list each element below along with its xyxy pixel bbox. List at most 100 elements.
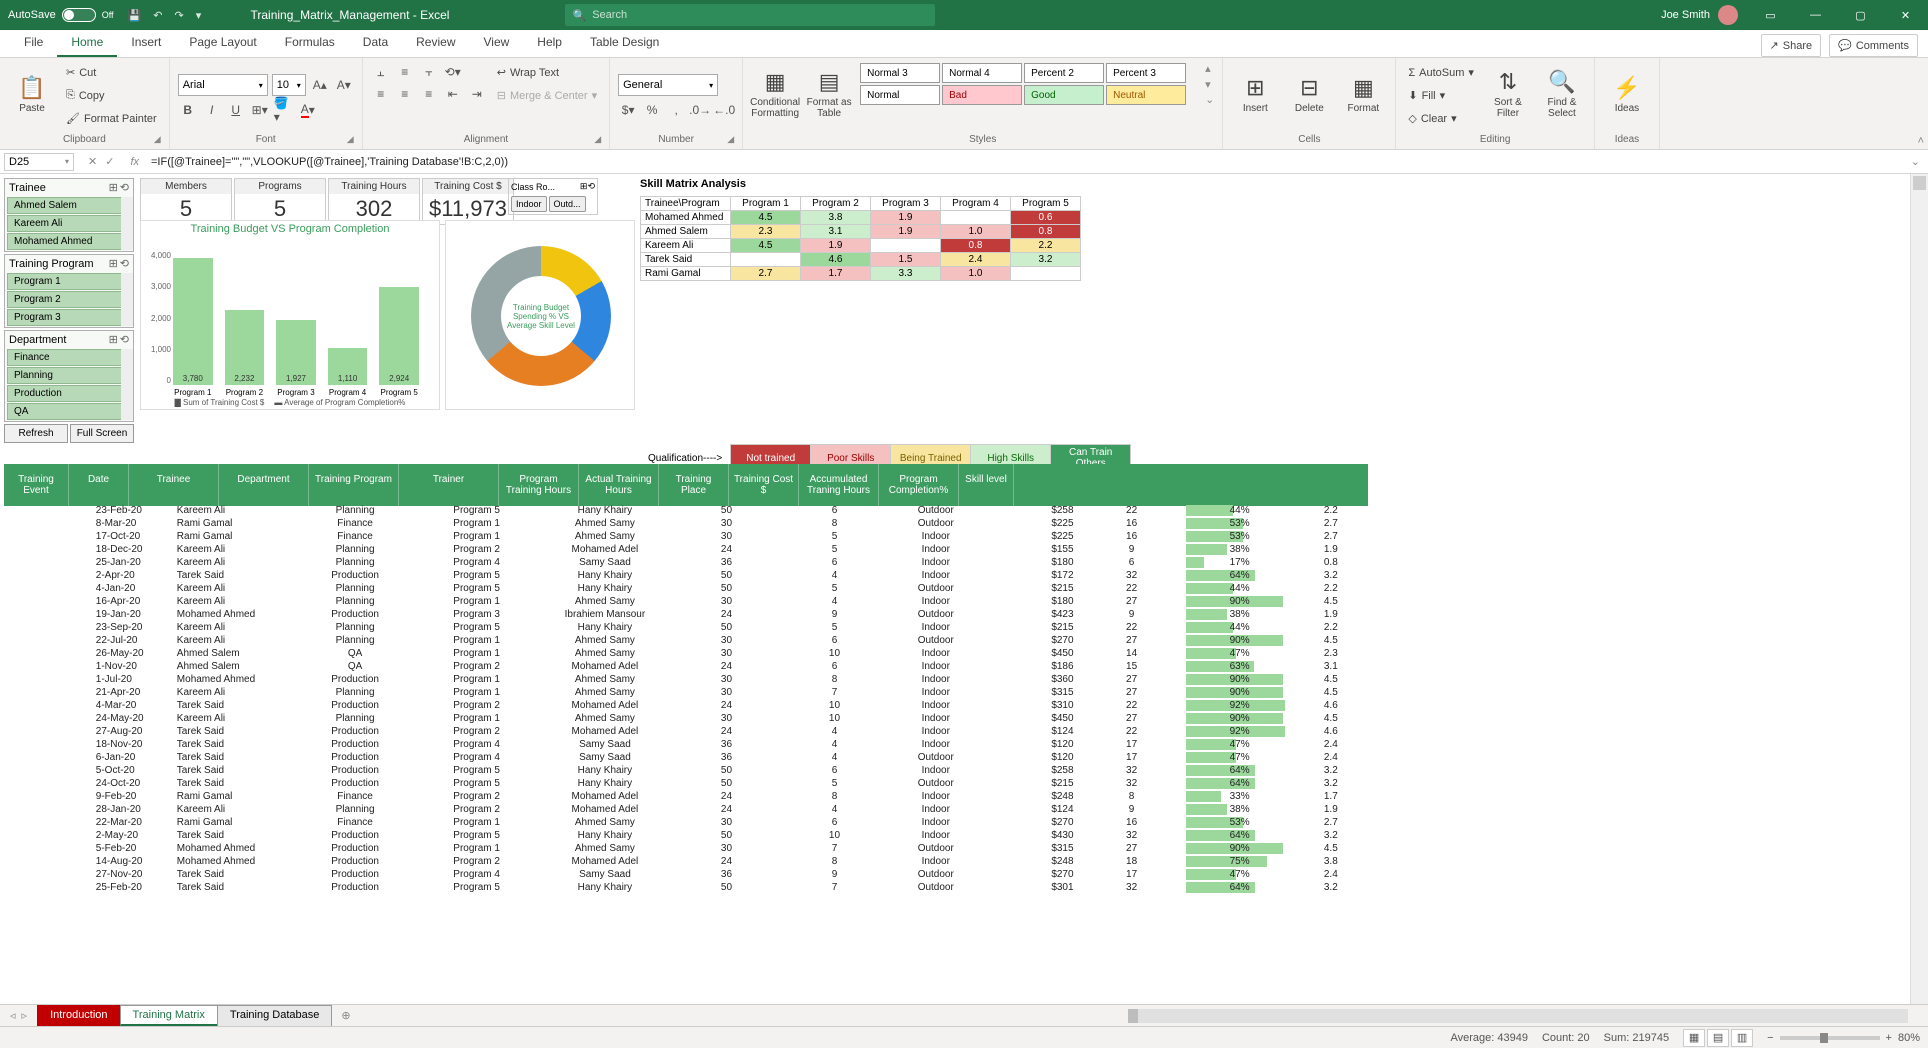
cell-style-normal-3[interactable]: Normal 3 <box>860 63 940 83</box>
dialog-launcher-icon[interactable]: ◢ <box>727 134 734 145</box>
comma-icon[interactable]: , <box>666 100 686 120</box>
table-row[interactable]: 22-Jul-20Kareem AliPlanningProgram 1Ahme… <box>4 634 1368 647</box>
merge-center-button[interactable]: ⊟Merge & Center▾ <box>493 85 601 106</box>
table-row[interactable]: 4-Mar-20Tarek SaidProductionProgram 2Moh… <box>4 699 1368 712</box>
slicer-item[interactable]: Kareem Ali <box>7 215 131 232</box>
insert-cells-button[interactable]: ⊞Insert <box>1231 62 1279 126</box>
table-row[interactable]: 21-Apr-20Kareem AliPlanningProgram 1Ahme… <box>4 686 1368 699</box>
zoom-slider[interactable] <box>1780 1036 1880 1040</box>
table-row[interactable]: 23-Feb-20Kareem AliPlanningProgram 5Hany… <box>4 504 1368 517</box>
font-size-select[interactable]: 10▾ <box>272 74 306 96</box>
enter-formula-icon[interactable]: ✓ <box>105 155 114 168</box>
slicer-item[interactable]: Program 2 <box>7 291 131 308</box>
tab-insert[interactable]: Insert <box>117 29 175 57</box>
font-color-icon[interactable]: A▾ <box>298 100 318 120</box>
fx-icon[interactable]: fx <box>124 156 145 168</box>
align-center-icon[interactable]: ≡ <box>395 84 415 104</box>
format-as-table-button[interactable]: ▤Format as Table <box>805 62 853 126</box>
dialog-launcher-icon[interactable]: ◢ <box>347 134 354 145</box>
table-row[interactable]: 17-Oct-20Rami GamalFinanceProgram 1Ahmed… <box>4 530 1368 543</box>
table-row[interactable]: 14-Aug-20Mohamed AhmedProductionProgram … <box>4 855 1368 868</box>
table-row[interactable]: 1-Jul-20Mohamed AhmedProductionProgram 1… <box>4 673 1368 686</box>
dialog-launcher-icon[interactable]: ◢ <box>594 134 601 145</box>
sort-filter-button[interactable]: ⇅Sort & Filter <box>1484 62 1532 126</box>
minimize-icon[interactable]: — <box>1793 0 1838 30</box>
column-header[interactable]: Training Cost $ <box>729 464 799 506</box>
collapse-ribbon-icon[interactable]: ˄ <box>1918 135 1924 147</box>
multiselect-icon[interactable]: ⊞ <box>109 257 118 270</box>
sheet-nav-first-icon[interactable]: ◃ <box>10 1009 16 1022</box>
table-row[interactable]: 22-Mar-20Rami GamalFinanceProgram 1Ahmed… <box>4 816 1368 829</box>
table-row[interactable]: 2-May-20Tarek SaidProductionProgram 5Han… <box>4 829 1368 842</box>
refresh-button[interactable]: Refresh <box>4 424 68 443</box>
slicer-trainee[interactable]: Trainee⊞⟲ Ahmed SalemKareem AliMohamed A… <box>4 178 134 252</box>
column-header[interactable]: Department <box>219 464 309 506</box>
copy-button[interactable]: ⎘Copy <box>62 85 161 106</box>
table-row[interactable]: 19-Jan-20Mohamed AhmedProductionProgram … <box>4 608 1368 621</box>
align-bottom-icon[interactable]: ⫟ <box>419 62 439 82</box>
tab-data[interactable]: Data <box>349 29 402 57</box>
cancel-formula-icon[interactable]: ✕ <box>88 155 97 168</box>
scrollbar[interactable] <box>121 349 133 420</box>
fill-button[interactable]: ⬇Fill▾ <box>1404 85 1478 106</box>
table-row[interactable]: 2-Apr-20Tarek SaidProductionProgram 5Han… <box>4 569 1368 582</box>
tab-formulas[interactable]: Formulas <box>271 29 349 57</box>
tab-review[interactable]: Review <box>402 29 469 57</box>
underline-icon[interactable]: U <box>226 100 246 120</box>
clear-filter-icon[interactable]: ⟲ <box>120 333 129 346</box>
slicer-item[interactable]: Finance <box>7 349 131 366</box>
align-top-icon[interactable]: ⫠ <box>371 62 391 82</box>
column-header[interactable]: Training Place <box>659 464 729 506</box>
slicer-item[interactable]: Program 1 <box>7 273 131 290</box>
user-name[interactable]: Joe Smith <box>1661 9 1710 21</box>
horizontal-scrollbar[interactable] <box>1128 1009 1908 1023</box>
column-header[interactable]: Trainee <box>129 464 219 506</box>
slicer-classroom[interactable]: Class Ro...⊞⟲ IndoorOutd... <box>508 178 598 215</box>
conditional-formatting-button[interactable]: ▦Conditional Formatting <box>751 62 799 126</box>
styles-more-icon[interactable]: ⌄ <box>1205 93 1214 106</box>
zoom-out-icon[interactable]: − <box>1767 1032 1773 1044</box>
tab-page-layout[interactable]: Page Layout <box>175 29 270 57</box>
border-icon[interactable]: ⊞▾ <box>250 100 270 120</box>
ideas-button[interactable]: ⚡Ideas <box>1603 62 1651 126</box>
table-row[interactable]: 5-Feb-20Mohamed AhmedProductionProgram 1… <box>4 842 1368 855</box>
column-header[interactable]: Skill level <box>959 464 1014 506</box>
sheet-tab[interactable]: Introduction <box>37 1005 120 1026</box>
cell-style-good[interactable]: Good <box>1024 85 1104 105</box>
column-header[interactable]: Actual Training Hours <box>579 464 659 506</box>
tab-file[interactable]: File <box>10 29 57 57</box>
table-row[interactable]: 5-Oct-20Tarek SaidProductionProgram 5Han… <box>4 764 1368 777</box>
cell-style-normal[interactable]: Normal <box>860 85 940 105</box>
sheet-tab[interactable]: Training Database <box>217 1005 332 1026</box>
table-row[interactable]: 1-Nov-20Ahmed SalemQAProgram 2Mohamed Ad… <box>4 660 1368 673</box>
comments-button[interactable]: 💬Comments <box>1829 34 1918 57</box>
slicer-department[interactable]: Department⊞⟲ FinancePlanningProductionQA <box>4 330 134 422</box>
sheet-nav-last-icon[interactable]: ▹ <box>22 1009 28 1022</box>
table-row[interactable]: 27-Aug-20Tarek SaidProductionProgram 2Mo… <box>4 725 1368 738</box>
slicer-pill[interactable]: Indoor <box>511 196 547 212</box>
sheet-tab[interactable]: Training Matrix <box>120 1005 218 1026</box>
table-row[interactable]: 18-Dec-20Kareem AliPlanningProgram 2Moha… <box>4 543 1368 556</box>
percent-icon[interactable]: % <box>642 100 662 120</box>
column-header[interactable]: Program Completion% <box>879 464 959 506</box>
increase-font-icon[interactable]: A▴ <box>310 75 330 95</box>
autosum-button[interactable]: ΣAutoSum▾ <box>1404 62 1478 83</box>
table-row[interactable]: 23-Sep-20Kareem AliPlanningProgram 5Hany… <box>4 621 1368 634</box>
scrollbar[interactable] <box>121 273 133 326</box>
table-row[interactable]: 24-Oct-20Tarek SaidProductionProgram 5Ha… <box>4 777 1368 790</box>
decrease-decimal-icon[interactable]: ←.0 <box>714 100 734 120</box>
slicer-item[interactable]: Ahmed Salem <box>7 197 131 214</box>
column-header[interactable]: Trainer <box>399 464 499 506</box>
table-row[interactable]: 28-Jan-20Kareem AliPlanningProgram 2Moha… <box>4 803 1368 816</box>
table-row[interactable]: 16-Apr-20Kareem AliPlanningProgram 1Ahme… <box>4 595 1368 608</box>
table-row[interactable]: 8-Mar-20Rami GamalFinanceProgram 1Ahmed … <box>4 517 1368 530</box>
tab-home[interactable]: Home <box>57 29 117 57</box>
paste-button[interactable]: 📋Paste <box>8 62 56 126</box>
slicer-item[interactable]: Planning <box>7 367 131 384</box>
normal-view-icon[interactable]: ▦ <box>1683 1029 1705 1047</box>
formula-input[interactable]: =IF([@Trainee]="","",VLOOKUP([@Trainee],… <box>145 156 1903 168</box>
table-row[interactable]: 4-Jan-20Kareem AliPlanningProgram 5Hany … <box>4 582 1368 595</box>
italic-icon[interactable]: I <box>202 100 222 120</box>
format-painter-button[interactable]: 🖌Format Painter <box>62 108 161 129</box>
slicer-item[interactable]: Program 3 <box>7 309 131 326</box>
